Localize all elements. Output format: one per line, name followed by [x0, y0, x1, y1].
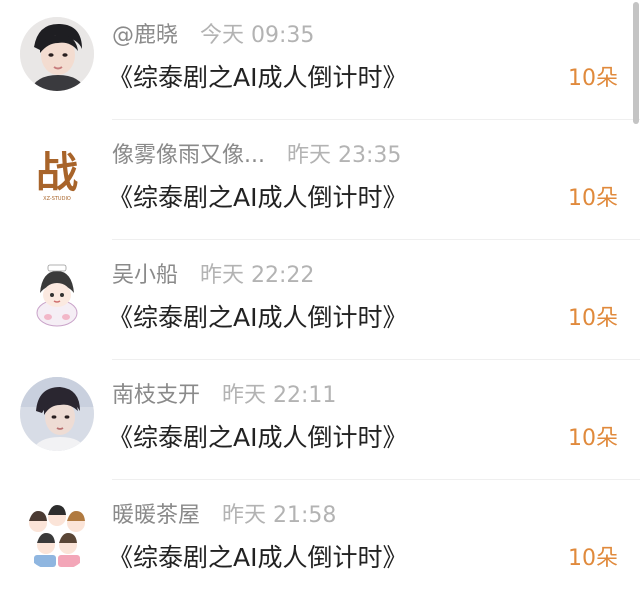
avatar[interactable] — [20, 257, 94, 331]
avatar[interactable] — [20, 497, 94, 571]
timestamp: 昨天 23:35 — [286, 143, 402, 168]
gift-amount: 10朵 — [568, 546, 618, 571]
gift-amount: 10朵 — [568, 186, 618, 211]
cartoon-group-avatar-icon — [20, 497, 94, 571]
item-meta: 吴小船 昨天 22:22 — [112, 260, 314, 292]
timestamp: 昨天 22:11 — [222, 383, 337, 408]
item-meta: 像雾像雨又像... 昨天 23:35 — [112, 140, 401, 172]
gift-record-list: @鹿晓 今天 09:35 《综泰剧之AI成人倒计时》 10朵 战 XZ-STUDI… — [0, 0, 640, 600]
gift-title[interactable]: 《综泰剧之AI成人倒计时》 — [108, 540, 407, 576]
gift-title[interactable]: 《综泰剧之AI成人倒计时》 — [108, 300, 407, 336]
gift-amount: 10朵 — [568, 66, 618, 91]
item-meta: 南枝支开 昨天 22:11 — [112, 380, 336, 412]
username[interactable]: 像雾像雨又像... — [112, 143, 265, 168]
timestamp: 昨天 21:58 — [222, 503, 337, 528]
list-item[interactable]: 吴小船 昨天 22:22 《综泰剧之AI成人倒计时》 10朵 — [0, 240, 640, 360]
item-meta: 暖暖茶屋 昨天 21:58 — [112, 500, 336, 532]
list-item[interactable]: 战 XZ-STUDIO 像雾像雨又像... 昨天 23:35 《综泰剧之AI成人倒… — [0, 120, 640, 240]
gift-amount: 10朵 — [568, 306, 618, 331]
gift-amount: 10朵 — [568, 426, 618, 451]
list-item[interactable]: 南枝支开 昨天 22:11 《综泰剧之AI成人倒计时》 10朵 — [0, 360, 640, 480]
logo-caption: XZ-STUDIO — [43, 196, 71, 202]
list-item[interactable]: @鹿晓 今天 09:35 《综泰剧之AI成人倒计时》 10朵 — [0, 0, 640, 120]
male-portrait-avatar-icon — [20, 377, 94, 451]
list-item[interactable]: 暖暖茶屋 昨天 21:58 《综泰剧之AI成人倒计时》 10朵 — [0, 480, 640, 600]
item-meta: @鹿晓 今天 09:35 — [112, 20, 314, 52]
gift-title[interactable]: 《综泰剧之AI成人倒计时》 — [108, 180, 407, 216]
username[interactable]: 南枝支开 — [112, 383, 200, 408]
username[interactable]: 吴小船 — [112, 263, 178, 288]
calligraphy-zhan-logo-avatar-icon: 战 XZ-STUDIO — [20, 137, 94, 211]
username[interactable]: @鹿晓 — [112, 23, 178, 48]
logo-glyph: 战 — [36, 148, 78, 197]
gift-title[interactable]: 《综泰剧之AI成人倒计时》 — [108, 60, 407, 96]
timestamp: 昨天 22:22 — [200, 263, 315, 288]
avatar[interactable] — [20, 377, 94, 451]
scrollbar-thumb[interactable] — [633, 2, 639, 124]
cartoon-chibi-avatar-icon — [20, 257, 94, 331]
timestamp: 今天 09:35 — [200, 23, 315, 48]
gift-title[interactable]: 《综泰剧之AI成人倒计时》 — [108, 420, 407, 456]
avatar[interactable] — [20, 17, 94, 91]
male-portrait-avatar-icon — [20, 17, 94, 91]
username[interactable]: 暖暖茶屋 — [112, 503, 200, 528]
avatar[interactable]: 战 XZ-STUDIO — [20, 137, 94, 211]
